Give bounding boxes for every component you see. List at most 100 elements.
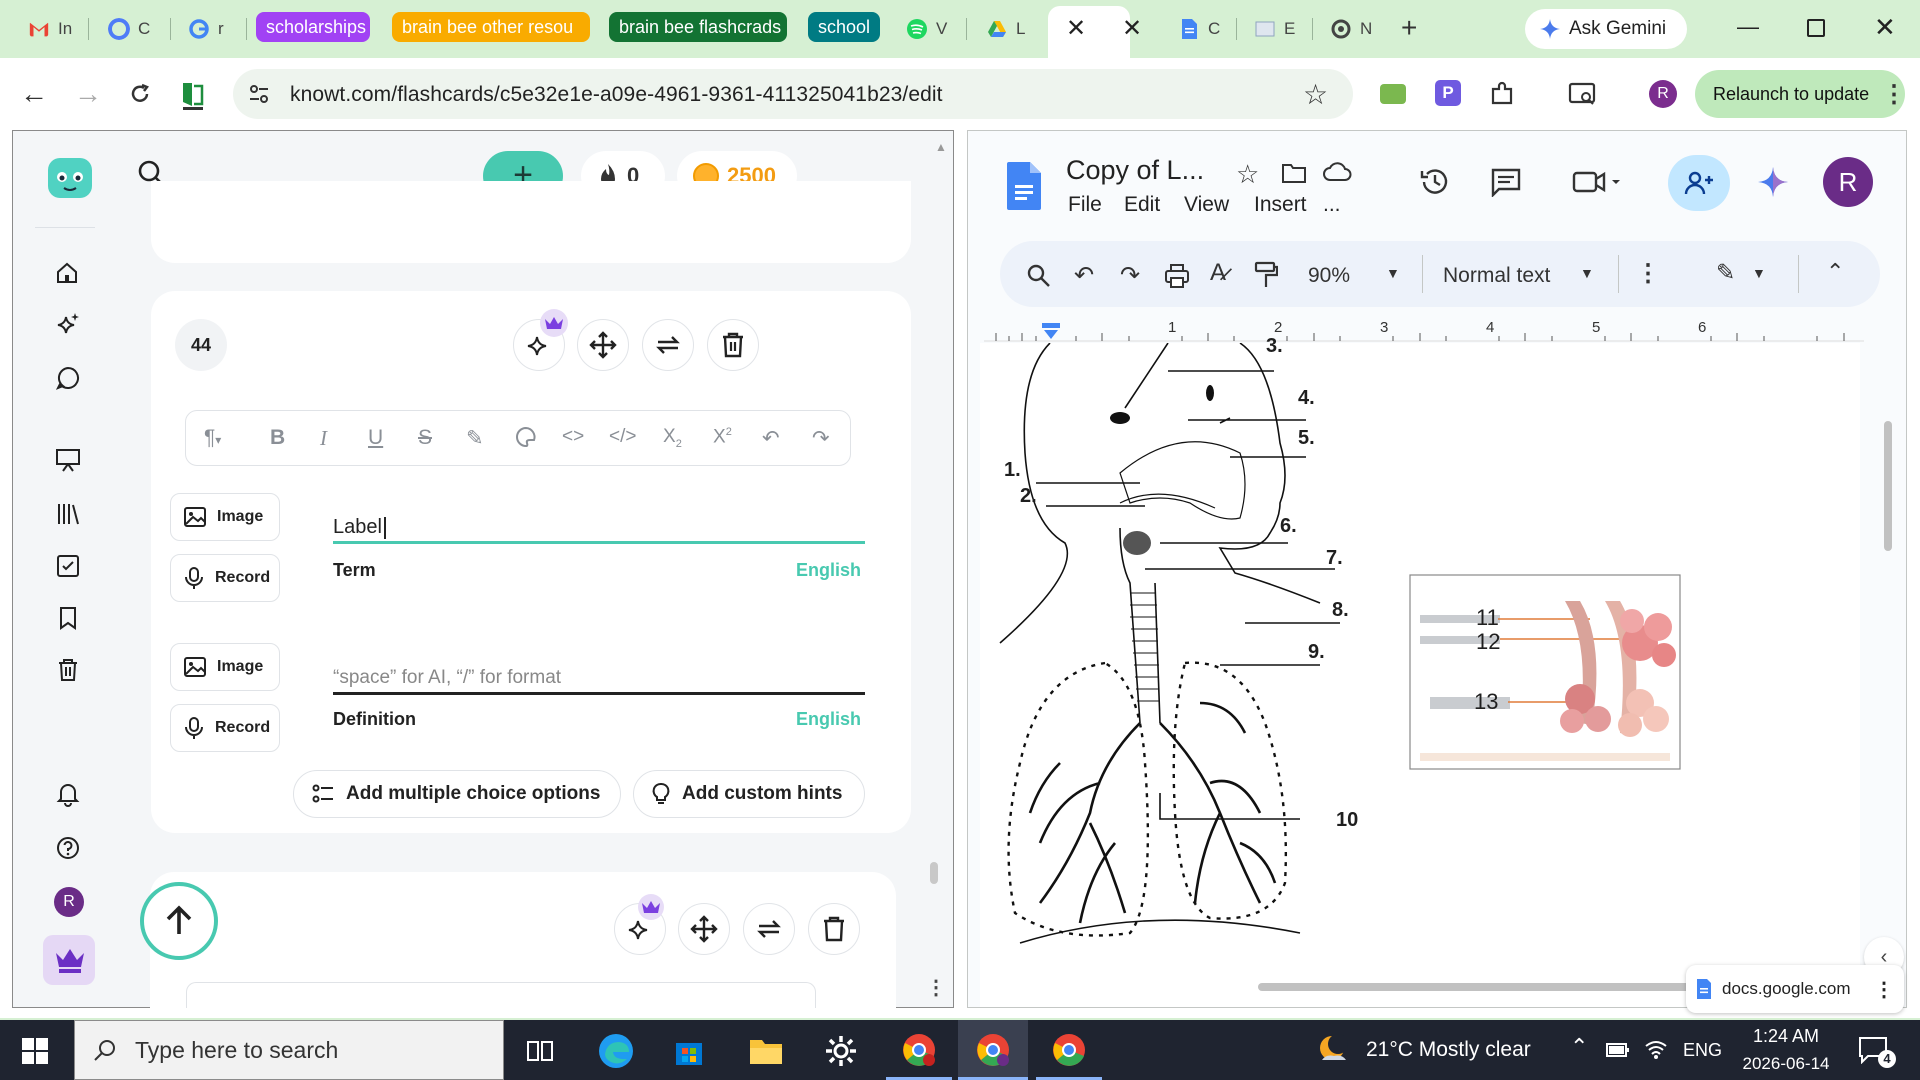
- docs-horizontal-scrollbar[interactable]: [1258, 983, 1698, 991]
- zoom-dropdown-icon[interactable]: ▼: [1386, 265, 1400, 281]
- extension-plant-icon[interactable]: [1380, 84, 1406, 104]
- scroll-up-icon[interactable]: ▲: [935, 140, 947, 154]
- tab-search-icon[interactable]: [1568, 82, 1598, 108]
- term-input[interactable]: Label: [333, 516, 382, 539]
- cloud-saved-icon[interactable]: [1322, 161, 1352, 183]
- star-icon[interactable]: ☆: [1236, 159, 1259, 190]
- back-icon[interactable]: ←: [20, 78, 48, 110]
- reload-icon[interactable]: [128, 82, 152, 106]
- docs-logo-icon[interactable]: [1006, 161, 1042, 211]
- paint-format-icon[interactable]: [1254, 261, 1278, 289]
- menu-more[interactable]: ...: [1323, 193, 1341, 217]
- help-icon[interactable]: [55, 835, 81, 861]
- search-menus-icon[interactable]: [1026, 263, 1052, 289]
- move-card-button[interactable]: [678, 903, 730, 955]
- clock-date[interactable]: 2026-06-14: [1732, 1054, 1840, 1074]
- code-icon[interactable]: <>: [562, 426, 584, 448]
- menu-edit[interactable]: Edit: [1124, 193, 1160, 217]
- tab-docs[interactable]: C: [1168, 12, 1220, 46]
- editing-mode-icon[interactable]: ✎: [1716, 259, 1735, 286]
- print-icon[interactable]: [1164, 263, 1190, 289]
- paragraph-icon[interactable]: ¶▾: [204, 426, 221, 450]
- zoom-select[interactable]: 90%: [1308, 264, 1350, 288]
- edge-icon[interactable]: [597, 1032, 635, 1070]
- microsoft-store-icon[interactable]: [672, 1034, 706, 1068]
- style-select[interactable]: Normal text: [1443, 264, 1550, 288]
- subscript-icon[interactable]: X2: [663, 426, 682, 450]
- more-options-icon[interactable]: ⋮: [1636, 259, 1660, 288]
- bookmark-icon[interactable]: [55, 605, 81, 631]
- italic-icon[interactable]: I: [320, 426, 327, 451]
- sparkle-ai-icon[interactable]: [55, 311, 81, 337]
- close-window-icon[interactable]: ✕: [1874, 12, 1896, 43]
- battery-icon[interactable]: [1606, 1040, 1630, 1060]
- close-tab-icon[interactable]: ✕: [1122, 14, 1142, 43]
- tab-group-school[interactable]: school: [808, 12, 880, 42]
- highlight-icon[interactable]: ✎: [466, 426, 484, 451]
- redo-icon[interactable]: ↷: [1120, 261, 1140, 290]
- taskbar-search[interactable]: Type here to search: [74, 1020, 504, 1080]
- input-language[interactable]: ENG: [1683, 1040, 1722, 1061]
- tray-expand-icon[interactable]: ⌃: [1570, 1034, 1588, 1060]
- weather-moon-icon[interactable]: [1316, 1034, 1350, 1066]
- document-title[interactable]: Copy of L...: [1066, 155, 1204, 186]
- menu-view[interactable]: View: [1184, 193, 1229, 217]
- presentation-icon[interactable]: [55, 447, 81, 473]
- tab-spotify[interactable]: V: [896, 12, 947, 46]
- version-history-icon[interactable]: [1418, 165, 1452, 199]
- home-icon[interactable]: [55, 261, 79, 285]
- meet-video-icon[interactable]: [1572, 169, 1622, 195]
- spellcheck-icon[interactable]: A̷: [1210, 259, 1226, 287]
- site-info-icon[interactable]: [247, 82, 271, 106]
- superscript-icon[interactable]: X2: [713, 426, 732, 448]
- knowt-scrollbar[interactable]: [930, 862, 938, 884]
- add-multiple-choice-button[interactable]: Add multiple choice options: [293, 770, 621, 818]
- new-tab-icon[interactable]: +: [1401, 12, 1417, 44]
- taskbar-chrome-3[interactable]: [1036, 1020, 1102, 1080]
- close-tab-icon[interactable]: ✕: [1066, 14, 1086, 43]
- bold-icon[interactable]: B: [270, 426, 285, 450]
- tab-group-scholarships[interactable]: scholarships: [256, 12, 370, 42]
- relaunch-button[interactable]: Relaunch to update: [1695, 70, 1905, 118]
- wifi-icon[interactable]: [1644, 1038, 1668, 1060]
- hide-menus-icon[interactable]: ⌃: [1826, 259, 1844, 285]
- flip-card-button[interactable]: [642, 319, 694, 371]
- extension-reader-icon[interactable]: [180, 80, 206, 112]
- task-view-icon[interactable]: [527, 1038, 553, 1064]
- docs-site-badge[interactable]: docs.google.com ⋮: [1686, 965, 1904, 1013]
- term-image-button[interactable]: Image: [170, 493, 280, 541]
- definition-input[interactable]: “space” for AI, “/” for format: [333, 667, 561, 689]
- menu-file[interactable]: File: [1068, 193, 1102, 217]
- chat-icon[interactable]: [55, 365, 81, 391]
- docs-vertical-scrollbar[interactable]: [1884, 421, 1892, 551]
- code-block-icon[interactable]: </>: [609, 426, 636, 448]
- undo-icon[interactable]: ↶: [762, 426, 780, 451]
- palette-icon[interactable]: [515, 426, 537, 448]
- redo-icon[interactable]: ↷: [812, 426, 830, 451]
- menu-insert[interactable]: Insert: [1254, 193, 1307, 217]
- tab-drive[interactable]: L: [976, 12, 1025, 46]
- windows-start-icon[interactable]: [22, 1038, 48, 1064]
- site-badge-menu-icon[interactable]: ⋮: [1874, 977, 1894, 1002]
- term-record-button[interactable]: Record: [170, 554, 280, 602]
- ask-gemini-button[interactable]: Ask Gemini: [1525, 9, 1687, 49]
- taskbar-chrome-1[interactable]: [886, 1020, 952, 1080]
- settings-gear-icon[interactable]: [824, 1034, 858, 1068]
- tab-copilot[interactable]: C: [98, 12, 150, 46]
- delete-card-button[interactable]: [808, 903, 860, 955]
- weather-text[interactable]: 21°C Mostly clear: [1366, 1038, 1531, 1062]
- definition-image-button[interactable]: Image: [170, 643, 280, 691]
- notification-bell-icon[interactable]: [55, 781, 81, 807]
- style-dropdown-icon[interactable]: ▼: [1580, 265, 1594, 281]
- undo-icon[interactable]: ↶: [1074, 261, 1094, 290]
- extension-p-icon[interactable]: P: [1435, 80, 1461, 106]
- definition-record-button[interactable]: Record: [170, 704, 280, 752]
- extensions-puzzle-icon[interactable]: [1488, 80, 1516, 108]
- add-custom-hints-button[interactable]: Add custom hints: [633, 770, 865, 818]
- knowt-logo-icon[interactable]: [47, 157, 93, 199]
- taskbar-chrome-2[interactable]: [958, 1020, 1028, 1080]
- editing-mode-dropdown-icon[interactable]: ▼: [1752, 265, 1766, 281]
- restore-icon[interactable]: [1807, 19, 1825, 37]
- bookmark-star-icon[interactable]: ☆: [1303, 78, 1328, 111]
- tab-group-brain-bee-flashcards[interactable]: brain bee flashcrads: [609, 12, 787, 42]
